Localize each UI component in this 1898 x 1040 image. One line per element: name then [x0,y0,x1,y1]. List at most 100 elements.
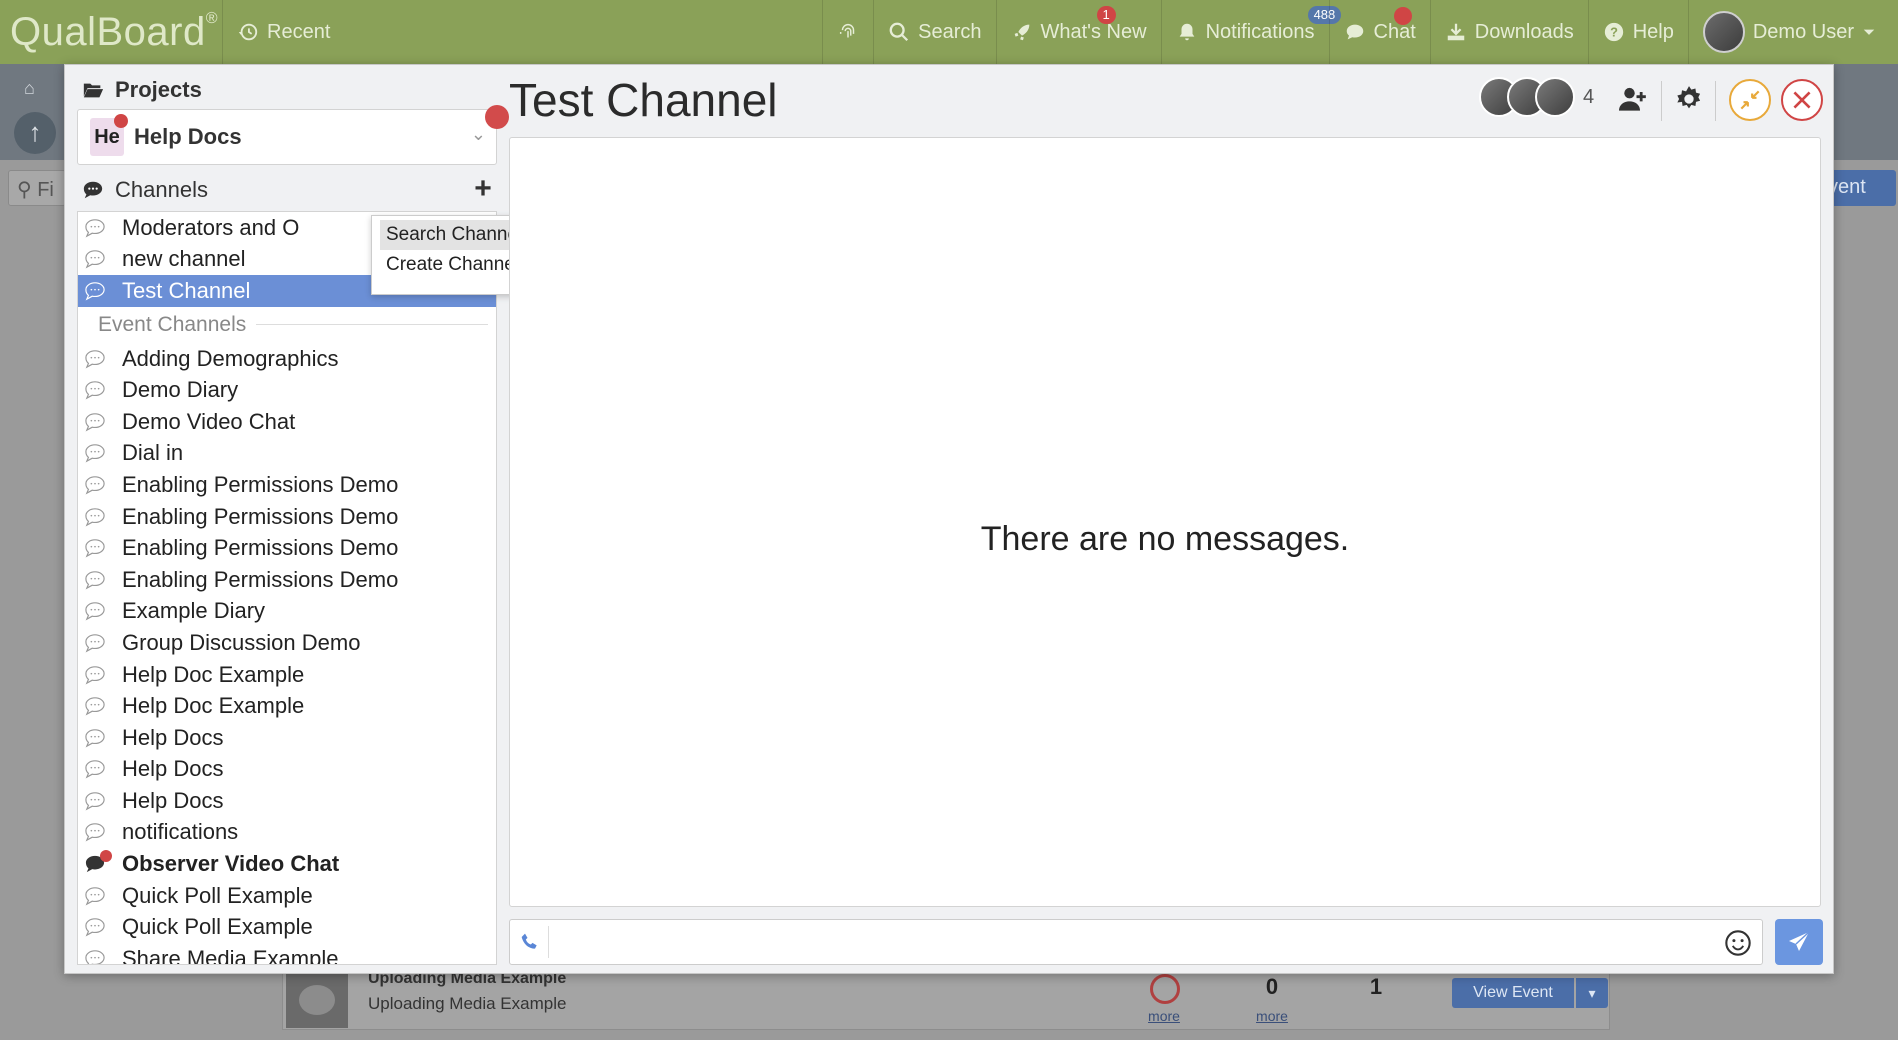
more-link: more [1148,1008,1180,1024]
chat-bubble-icon [85,823,105,843]
chat-bubble-icon [85,886,105,906]
event-channel-item[interactable]: Help Doc Example [78,690,496,722]
event-channel-item[interactable]: notifications [78,817,496,849]
history-icon [238,23,258,41]
notifications-nav[interactable]: Notifications 488 [1160,0,1342,64]
event-count: 1 [1369,974,1383,999]
event-channel-item[interactable]: Observer Video Chat [78,848,496,880]
message-area[interactable]: There are no messages. [509,137,1821,907]
channel-label: Help Doc Example [122,661,305,687]
chat-modal: Projects He Help Docs ⌄ Channels + Moder… [64,64,1834,974]
folder-open-icon [83,83,104,98]
event-channel-item[interactable]: Group Discussion Demo [78,627,496,659]
home-icon: ⌂ [24,78,35,98]
chat-bubble-icon [85,792,105,811]
search-nav[interactable]: Search [873,0,995,64]
whats-new-label: What's New [1040,20,1147,43]
chat-bubble-icon [85,918,105,937]
header-divider [1715,81,1716,121]
event-channel-item[interactable]: Enabling Permissions Demo [78,564,496,596]
channel-label: Share Media Example [122,945,339,965]
settings-button[interactable] [1671,81,1707,117]
channel-label: Quick Poll Example [122,914,313,940]
help-nav[interactable]: ? Help [1587,0,1688,64]
chat-label: Chat [1373,20,1416,43]
project-avatar: He [90,114,128,156]
channel-label: Enabling Permissions Demo [122,503,399,529]
event-channel-item[interactable]: Enabling Permissions Demo [78,501,496,533]
event-channels-header: Event Channels [78,307,496,343]
chat-bubble-icon [85,634,105,653]
minimize-button[interactable] [1729,79,1771,121]
chat-bubble-icon [85,412,105,432]
event-channel-item[interactable]: Example Diary [78,596,496,628]
recent-nav[interactable]: Recent [222,0,344,64]
channel-label: notifications [122,819,239,845]
event-channel-item[interactable]: Dial in [78,438,496,470]
unread-dot [100,850,112,863]
chevron-down-icon [1863,29,1875,35]
event-channel-item[interactable]: Enabling Permissions Demo [78,469,496,501]
event-channel-item[interactable]: Demo Video Chat [78,406,496,438]
event-channel-item[interactable]: Quick Poll Example [78,880,496,912]
emoji-icon[interactable] [1724,929,1752,957]
channel-label: Group Discussion Demo [122,629,361,655]
event-channel-item[interactable]: Share Media Example [78,943,496,965]
event-channel-item[interactable]: Help Doc Example [78,659,496,691]
event-channel-item[interactable]: Help Docs [78,754,496,786]
user-menu[interactable]: Demo User [1687,0,1898,64]
channel-members[interactable]: 4 [1479,77,1594,117]
project-unread-dot [114,114,128,128]
close-button[interactable] [1781,79,1823,121]
chat-bubble-icon [85,665,105,685]
app-logo[interactable]: QualBoard® [0,10,222,55]
svg-text:?: ? [1610,25,1618,40]
whats-new-nav[interactable]: What's New 1 [995,0,1161,64]
chat-bubble-icon [85,760,105,779]
rocket-icon [1014,24,1029,41]
phone-call-icon[interactable] [520,932,540,952]
fingerprint-nav[interactable] [822,0,873,64]
add-member-button[interactable] [1615,81,1651,117]
event-channel-item[interactable]: Help Docs [78,722,496,754]
background-filter-input: ⚲ Fi [8,170,66,206]
event-channel-item[interactable]: Help Docs [78,785,496,817]
project-select[interactable]: He Help Docs ⌄ [77,109,497,165]
chat-nav[interactable]: Chat [1328,0,1430,64]
event-channel-item[interactable]: Quick Poll Example [78,911,496,943]
chat-bubble-icon [85,507,105,527]
channel-label: Dial in [122,440,184,466]
message-input[interactable] [548,926,1708,958]
event-channel-item[interactable]: Demo Diary [78,374,496,406]
projects-header: Projects [81,77,202,103]
downloads-nav[interactable]: Downloads [1429,0,1588,64]
chat-sidebar: Projects He Help Docs ⌄ Channels + Moder… [77,65,509,975]
clock-icon [1150,974,1180,1004]
channel-label: Enabling Permissions Demo [122,535,399,561]
chat-bubble-icon [85,219,105,238]
notifications-label: Notifications [1205,20,1315,43]
chat-bubble-icon [85,381,105,400]
projects-label: Projects [115,77,202,102]
channel-label: Demo Video Chat [122,408,296,434]
channel-label: Moderators and O [122,214,300,240]
whats-new-badge: 1 [1096,6,1116,24]
send-button[interactable] [1775,919,1823,965]
channel-title: Test Channel [509,74,778,126]
bell-icon [1179,23,1194,41]
download-icon [1447,23,1465,41]
chat-bubble-icon [85,570,105,590]
collapse-icon [1740,90,1760,110]
channel-label: Help Docs [122,787,224,813]
fingerprint-icon [840,24,855,38]
event-channel-item[interactable]: Enabling Permissions Demo [78,532,496,564]
add-user-icon [1619,87,1646,111]
channel-label: Observer Video Chat [122,851,340,877]
view-event-button: View Event [1452,978,1574,1008]
more-link: more [1256,1008,1288,1024]
logo-text: QualBoard [10,9,206,54]
add-channel-button[interactable]: + [469,173,497,207]
logo-mark: ® [205,9,219,27]
event-channel-item[interactable]: Adding Demographics [78,343,496,375]
channel-label: new channel [122,246,246,272]
